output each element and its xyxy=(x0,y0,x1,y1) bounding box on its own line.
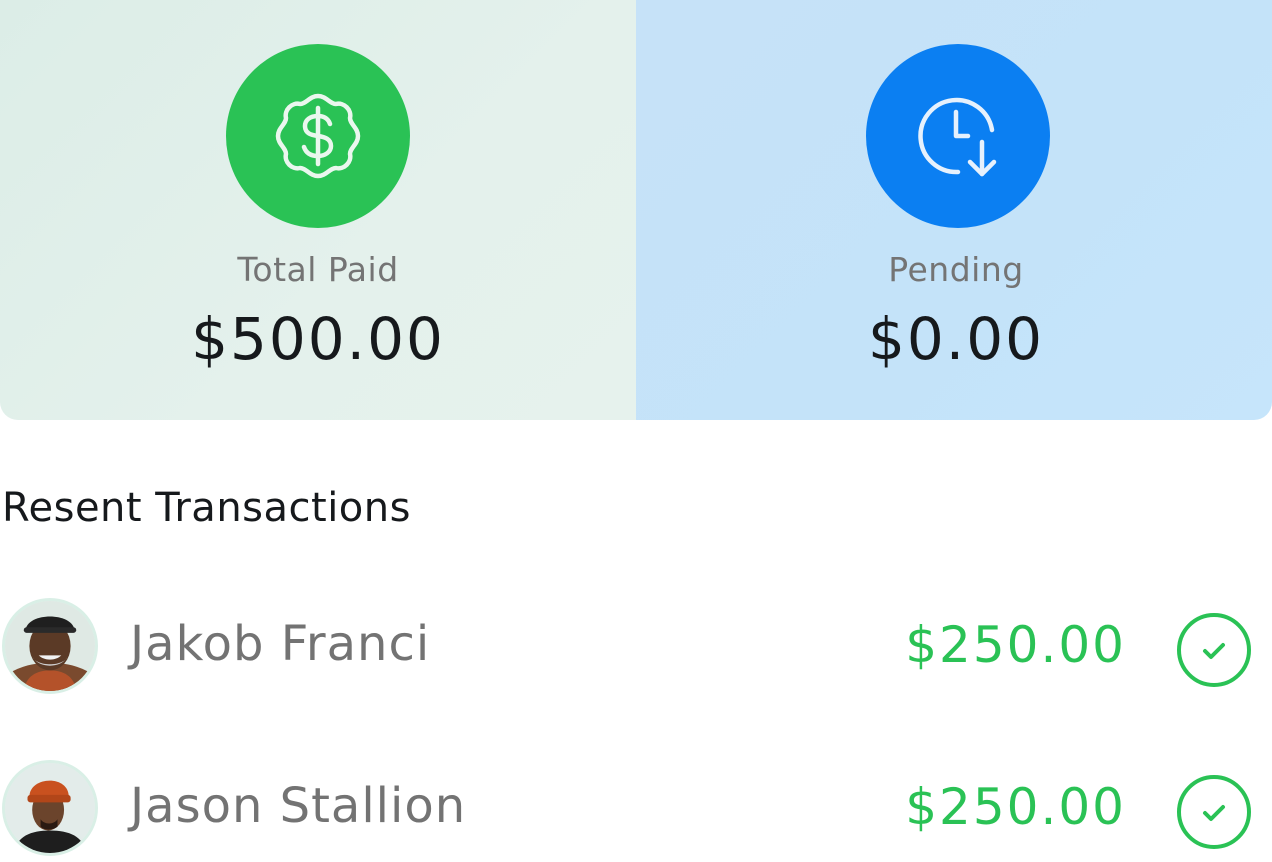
transaction-name: Jason Stallion xyxy=(130,778,467,834)
avatar-photo-icon xyxy=(5,601,95,691)
total-paid-label: Total Paid xyxy=(237,250,399,289)
recent-transactions-title: Resent Transactions xyxy=(2,485,411,531)
dollar-badge-icon xyxy=(275,93,361,179)
total-paid-icon-circle xyxy=(226,44,410,228)
total-paid-card: Total Paid $500.00 xyxy=(0,0,636,420)
avatar xyxy=(2,598,98,694)
avatar-photo-icon xyxy=(5,763,95,853)
pending-card: Pending $0.00 xyxy=(636,0,1272,420)
transaction-row[interactable]: Jakob Franci $250.00 xyxy=(0,598,1272,698)
summary-panel: Total Paid $500.00 Pending $0.00 xyxy=(0,0,1272,420)
transaction-name: Jakob Franci xyxy=(130,616,431,672)
check-circle-icon xyxy=(1177,775,1251,849)
clock-arrow-down-icon xyxy=(918,97,997,177)
pending-label: Pending xyxy=(888,250,1024,289)
transaction-row[interactable]: Jason Stallion $250.00 xyxy=(0,760,1272,860)
pending-amount: $0.00 xyxy=(867,305,1045,373)
transaction-amount: $250.00 xyxy=(905,778,1126,836)
pending-icon-circle xyxy=(866,44,1050,228)
total-paid-amount: $500.00 xyxy=(191,305,445,373)
avatar xyxy=(2,760,98,856)
check-circle-icon xyxy=(1177,613,1251,687)
transaction-amount: $250.00 xyxy=(905,616,1126,674)
